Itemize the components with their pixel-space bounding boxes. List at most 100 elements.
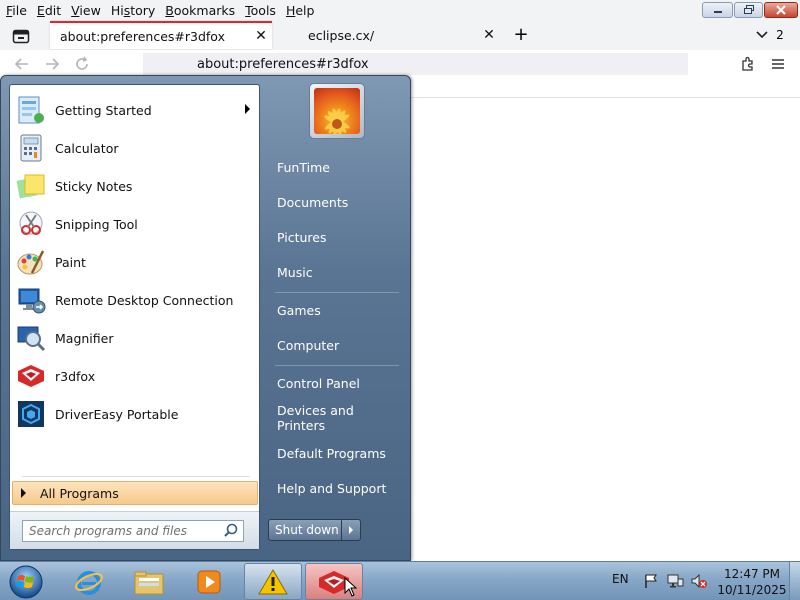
reload-button[interactable]: [72, 54, 92, 74]
search-input[interactable]: Search programs and files: [22, 520, 244, 542]
start-link-label: Games: [277, 302, 321, 318]
program-getting-started[interactable]: Getting Started: [12, 91, 258, 129]
sticky-notes-icon: [14, 169, 48, 203]
program-label: Remote Desktop Connection: [55, 292, 234, 308]
restore-icon: [743, 5, 754, 14]
start-link-computer[interactable]: Computer: [270, 330, 404, 360]
tab-close-button[interactable]: ✕: [478, 27, 500, 43]
programs-divider: [22, 476, 250, 477]
menu-edit[interactable]: Edit: [32, 3, 66, 18]
shutdown-button[interactable]: Shut down: [269, 520, 342, 540]
menu-tools[interactable]: Tools: [240, 3, 281, 18]
network-status[interactable]: [666, 572, 684, 590]
drivereasy-icon: [14, 397, 48, 431]
remote-desktop-icon: [14, 283, 48, 317]
back-arrow-icon: [14, 58, 28, 70]
flower-image: [314, 88, 360, 134]
start-link-devices-printers[interactable]: Devices and Printers: [270, 403, 404, 433]
start-link-games[interactable]: Games: [270, 295, 404, 325]
menu-history[interactable]: History: [106, 3, 160, 18]
start-link-pictures[interactable]: Pictures: [270, 222, 404, 252]
start-link-label: Default Programs: [277, 445, 386, 461]
start-link-funtime[interactable]: FunTime: [270, 152, 404, 182]
start-link-documents[interactable]: Documents: [270, 187, 404, 217]
program-drivereasy[interactable]: DriverEasy Portable: [12, 395, 258, 433]
minimize-button[interactable]: [702, 2, 733, 18]
programs-pane: Getting Started Calculator Sticky Notes …: [9, 84, 260, 550]
tab-close-button[interactable]: ✕: [250, 28, 272, 44]
shutdown-options-button[interactable]: [342, 520, 360, 540]
menu-view[interactable]: View: [66, 3, 106, 18]
tab-strip: about:preferences#r3dfox ✕ eclipse.cx/ ✕…: [0, 20, 800, 50]
flag-icon: [645, 574, 657, 588]
start-button[interactable]: [6, 563, 46, 600]
menu-bookmarks[interactable]: Bookmarks: [160, 3, 240, 18]
user-picture[interactable]: [309, 83, 365, 139]
tab-preferences[interactable]: about:preferences#r3dfox ✕: [50, 21, 272, 49]
new-tab-button[interactable]: +: [510, 25, 532, 47]
url-text: about:preferences#r3dfox: [197, 56, 369, 72]
system-clock[interactable]: 12:47 PM 10/11/2025: [716, 566, 788, 598]
menu-help[interactable]: Help: [281, 3, 320, 18]
start-link-music[interactable]: Music: [270, 257, 404, 287]
start-link-label: Control Panel: [277, 375, 360, 391]
app-menu-button[interactable]: [768, 54, 788, 74]
getting-started-icon: [14, 93, 48, 127]
url-bar[interactable]: about:preferences#r3dfox: [143, 53, 688, 75]
program-remote-desktop[interactable]: Remote Desktop Connection: [12, 281, 258, 319]
taskbar-warning-app[interactable]: [244, 563, 302, 600]
list-all-tabs-button[interactable]: 2: [748, 24, 792, 46]
start-link-label: Pictures: [277, 229, 327, 245]
start-menu-separator: [275, 365, 399, 366]
start-link-help-support[interactable]: Help and Support: [270, 473, 404, 503]
internet-explorer-icon: [75, 570, 103, 595]
reload-icon: [76, 56, 88, 70]
firefox-view-button[interactable]: [8, 25, 34, 47]
start-link-default-programs[interactable]: Default Programs: [270, 438, 404, 468]
forward-arrow-icon: [46, 58, 60, 70]
arrow-right-icon: [349, 526, 353, 534]
plus-icon: +: [513, 24, 529, 45]
program-label: r3dfox: [55, 368, 96, 384]
magnifier-icon: [14, 321, 48, 355]
taskbar-internet-explorer[interactable]: [60, 563, 118, 600]
taskbar-media-player[interactable]: [180, 563, 238, 600]
taskbar-r3dfox[interactable]: [305, 563, 363, 600]
show-desktop-button[interactable]: [789, 562, 800, 600]
start-link-control-panel[interactable]: Control Panel: [270, 368, 404, 398]
start-link-label: Computer: [277, 337, 340, 353]
menu-file[interactable]: File: [0, 3, 32, 18]
program-calculator[interactable]: Calculator: [12, 129, 258, 167]
program-magnifier[interactable]: Magnifier: [12, 319, 258, 357]
all-programs-button[interactable]: All Programs: [12, 481, 258, 505]
close-window-button[interactable]: [764, 2, 798, 18]
search-area: Search programs and files: [10, 511, 259, 549]
chevron-down-icon: [756, 31, 768, 39]
forward-button[interactable]: [42, 54, 62, 74]
program-r3dfox[interactable]: r3dfox: [12, 357, 258, 395]
back-button[interactable]: [12, 54, 32, 74]
volume-control[interactable]: [690, 572, 708, 590]
search-icon[interactable]: [223, 523, 239, 542]
program-sticky-notes[interactable]: Sticky Notes: [12, 167, 258, 205]
taskbar-file-explorer[interactable]: [120, 563, 178, 600]
language-indicator[interactable]: EN: [612, 572, 629, 586]
tab-eclipse[interactable]: eclipse.cx/ ✕: [290, 21, 500, 49]
extensions-button[interactable]: [738, 54, 758, 74]
taskbar: EN 12:47 PM 10/11/2025: [0, 561, 800, 600]
puzzle-icon: [742, 56, 753, 71]
start-link-label: Devices and Printers: [277, 403, 354, 433]
start-link-label: FunTime: [277, 159, 330, 175]
start-link-label: Documents: [277, 194, 349, 210]
program-label: Getting Started: [55, 102, 152, 118]
program-paint[interactable]: Paint: [12, 243, 258, 281]
close-icon: [776, 5, 786, 15]
program-label: Magnifier: [55, 330, 114, 346]
action-center-flag[interactable]: [642, 572, 660, 590]
all-programs-label: All Programs: [40, 485, 119, 501]
restore-button[interactable]: [734, 2, 763, 18]
calculator-icon: [14, 131, 48, 165]
tab-title: eclipse.cx/: [308, 27, 375, 43]
program-snipping-tool[interactable]: Snipping Tool: [12, 205, 258, 243]
windows-orb-icon: [9, 565, 43, 598]
